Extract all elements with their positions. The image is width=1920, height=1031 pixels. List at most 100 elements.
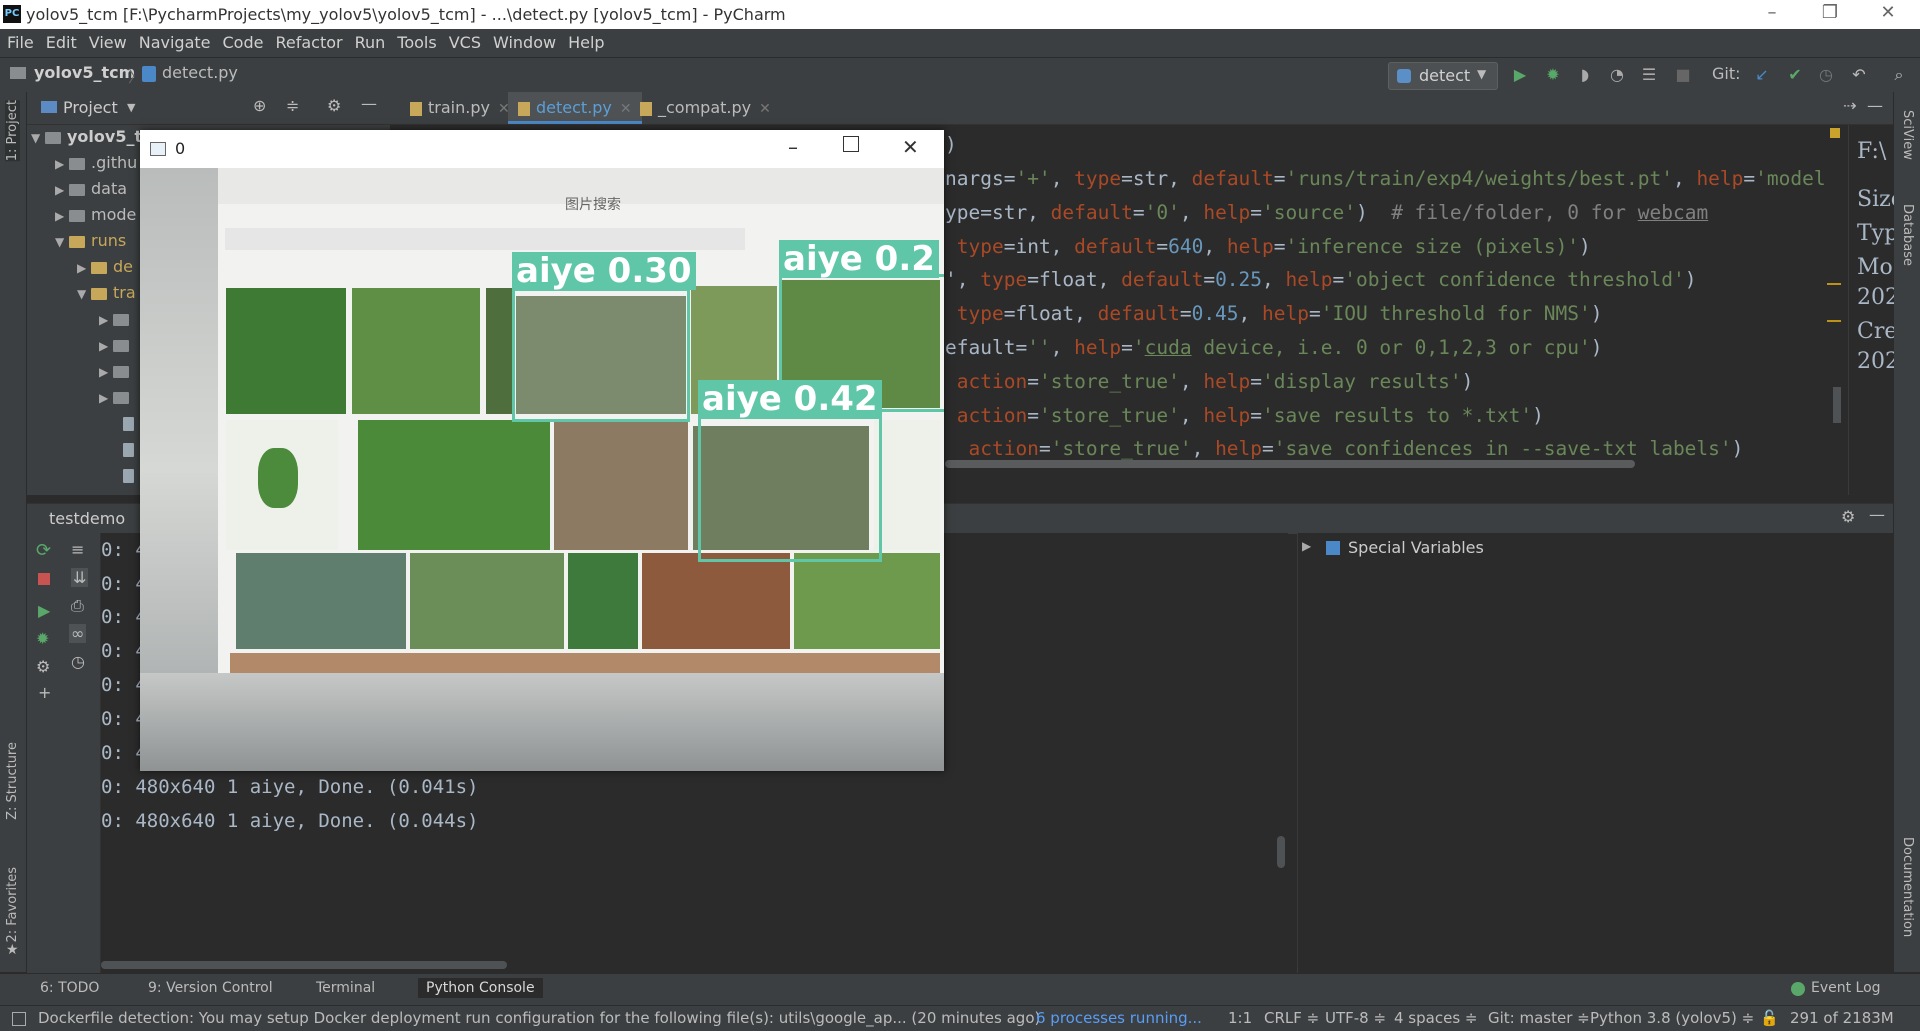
tree-item[interactable]: ▶ data	[55, 177, 127, 201]
concurrency-icon[interactable]: ☰	[1639, 65, 1659, 85]
minimize-button[interactable]: –	[788, 135, 798, 159]
minimize-button[interactable]: –	[1752, 2, 1792, 26]
structure-tool-tab[interactable]: Z: Structure	[5, 742, 20, 820]
run-icon[interactable]: ▶	[38, 601, 50, 620]
gear-icon[interactable]: ⚙	[327, 96, 341, 115]
menu-help[interactable]: Help	[561, 29, 609, 52]
event-log-tab[interactable]: Event Log	[1811, 980, 1881, 996]
add-icon[interactable]: +	[38, 683, 51, 702]
menu-window[interactable]: Window	[486, 29, 561, 52]
rollback-icon[interactable]: ↶	[1849, 65, 1869, 85]
tree-item[interactable]: ▼ runs	[55, 229, 126, 253]
breadcrumb-file[interactable]: detect.py	[162, 63, 238, 82]
tree-item[interactable]: ▼ yolov5_t	[31, 125, 142, 149]
vertical-scrollbar[interactable]	[1277, 836, 1285, 868]
gear-icon[interactable]: ⚙	[1841, 507, 1855, 526]
database-tool-tab[interactable]: Database	[1900, 204, 1915, 266]
run-icon[interactable]: ▶	[1510, 65, 1530, 85]
history-icon[interactable]: ◷	[71, 652, 85, 671]
todo-tab[interactable]: 6: TODO	[40, 980, 99, 996]
hide-icon[interactable]: —	[1869, 505, 1885, 524]
line-separator[interactable]: CRLF ≑	[1264, 1009, 1319, 1027]
version-control-tab[interactable]: 9: Version Control	[148, 980, 273, 996]
menu-vcs[interactable]: VCS	[442, 29, 486, 52]
tree-item[interactable]: ▶ .githu	[55, 151, 137, 175]
scroll-to-end-icon[interactable]: ⇊	[71, 568, 89, 587]
python-interpreter[interactable]: Python 3.8 (yolov5) ≑	[1590, 1009, 1754, 1027]
rerun-icon[interactable]: ⟳	[36, 540, 51, 561]
vertical-scrollbar[interactable]	[1833, 387, 1841, 423]
documentation-tool-tab[interactable]: Documentation	[1900, 837, 1915, 937]
file-item[interactable]	[123, 437, 140, 461]
locate-icon[interactable]: ⊕	[253, 96, 266, 115]
lock-icon[interactable]: 🔓	[1760, 1009, 1779, 1027]
hide-icon[interactable]: —	[361, 94, 377, 113]
menu-view[interactable]: View	[82, 29, 132, 52]
file-item[interactable]	[123, 411, 140, 435]
tree-item[interactable]: ▼ tra	[77, 281, 136, 305]
tree-item[interactable]: ▶	[99, 359, 135, 383]
tree-item[interactable]: ▶	[99, 385, 135, 409]
profile-icon[interactable]: ◔	[1607, 65, 1627, 85]
git-history-icon[interactable]: ◷	[1816, 65, 1836, 85]
menu-run[interactable]: Run	[348, 29, 391, 52]
special-variables-label[interactable]: Special Variables	[1348, 538, 1484, 557]
tab-train-py[interactable]: train.py ✕	[400, 92, 520, 124]
console-tab[interactable]: testdemo	[49, 509, 125, 528]
menu-edit[interactable]: Edit	[39, 29, 82, 52]
status-toggle-icon[interactable]	[12, 1012, 26, 1026]
horizontal-scrollbar[interactable]	[945, 460, 1635, 468]
expand-arrow-icon[interactable]: ▶	[1302, 539, 1311, 553]
close-window-button[interactable]: ✕	[1868, 2, 1908, 26]
git-commit-icon[interactable]: ✔	[1785, 65, 1805, 85]
tab-compat-py[interactable]: _compat.py ✕	[630, 92, 781, 124]
warning-marker-icon[interactable]	[1830, 128, 1840, 138]
git-branch[interactable]: Git: master ≑	[1488, 1009, 1590, 1027]
indent-setting[interactable]: 4 spaces ≑	[1394, 1009, 1477, 1027]
menu-tools[interactable]: Tools	[390, 29, 441, 52]
image-preview-window[interactable]: 0 – ✕ 图片搜索 aiye 0.30 aiye 0.2 aiye 0.42	[140, 130, 944, 771]
tree-item[interactable]: ▶	[99, 333, 135, 357]
menu-navigate[interactable]: Navigate	[132, 29, 216, 52]
restore-button[interactable]: ❐	[1810, 2, 1850, 26]
stop-icon[interactable]	[38, 573, 50, 585]
favorites-tool-tab[interactable]: 2: Favorites	[5, 867, 20, 943]
status-message[interactable]: Dockerfile detection: You may setup Dock…	[38, 1009, 1040, 1027]
coverage-icon[interactable]: ◗	[1575, 65, 1595, 85]
breadcrumb-project[interactable]: yolov5_tcm	[34, 63, 135, 82]
project-tool-tab[interactable]: 1: Project	[5, 100, 20, 162]
file-encoding[interactable]: UTF-8 ≑	[1325, 1009, 1386, 1027]
settings-icon[interactable]: ⚙	[36, 657, 50, 676]
tabs-more-icon[interactable]: ⇢	[1843, 96, 1856, 115]
memory-indicator[interactable]: 291 of 2183M	[1790, 1009, 1894, 1027]
tree-item[interactable]: ▶ de	[77, 255, 133, 279]
tree-item[interactable]: ▶	[99, 307, 135, 331]
menu-code[interactable]: Code	[216, 29, 269, 52]
error-stripe-mark[interactable]	[1827, 283, 1841, 285]
horizontal-scrollbar[interactable]	[101, 961, 507, 969]
menu-refactor[interactable]: Refactor	[268, 29, 347, 52]
menu-file[interactable]: File	[0, 29, 39, 52]
run-config-select[interactable]: detect ▼	[1388, 62, 1498, 90]
stop-icon[interactable]: ■	[1673, 65, 1693, 85]
close-window-button[interactable]: ✕	[902, 135, 919, 159]
sciview-tool-tab[interactable]: SciView	[1900, 110, 1915, 160]
terminal-tab[interactable]: Terminal	[316, 980, 375, 996]
show-variables-icon[interactable]: ∞	[69, 624, 87, 643]
error-stripe-mark[interactable]	[1827, 320, 1841, 322]
python-console-tab[interactable]: Python Console	[418, 978, 543, 998]
maximize-button[interactable]	[843, 136, 859, 152]
collapse-all-icon[interactable]: ≑	[286, 96, 299, 115]
git-update-icon[interactable]: ↙	[1752, 65, 1772, 85]
print-icon[interactable]: ⎙	[71, 596, 84, 616]
debug-icon[interactable]: ✹	[1543, 65, 1563, 85]
debug-icon[interactable]: ✹	[36, 629, 49, 648]
project-panel-title[interactable]: Project	[63, 98, 118, 117]
chevron-down-icon[interactable]: ▼	[127, 101, 135, 114]
search-icon[interactable]: ⌕	[1889, 65, 1909, 85]
tab-detect-py[interactable]: detect.py ✕	[508, 92, 642, 124]
caret-position[interactable]: 1:1	[1228, 1009, 1252, 1027]
tree-item[interactable]: ▶ mode	[55, 203, 136, 227]
file-item[interactable]	[123, 463, 140, 487]
hide-icon[interactable]: —	[1867, 96, 1883, 115]
